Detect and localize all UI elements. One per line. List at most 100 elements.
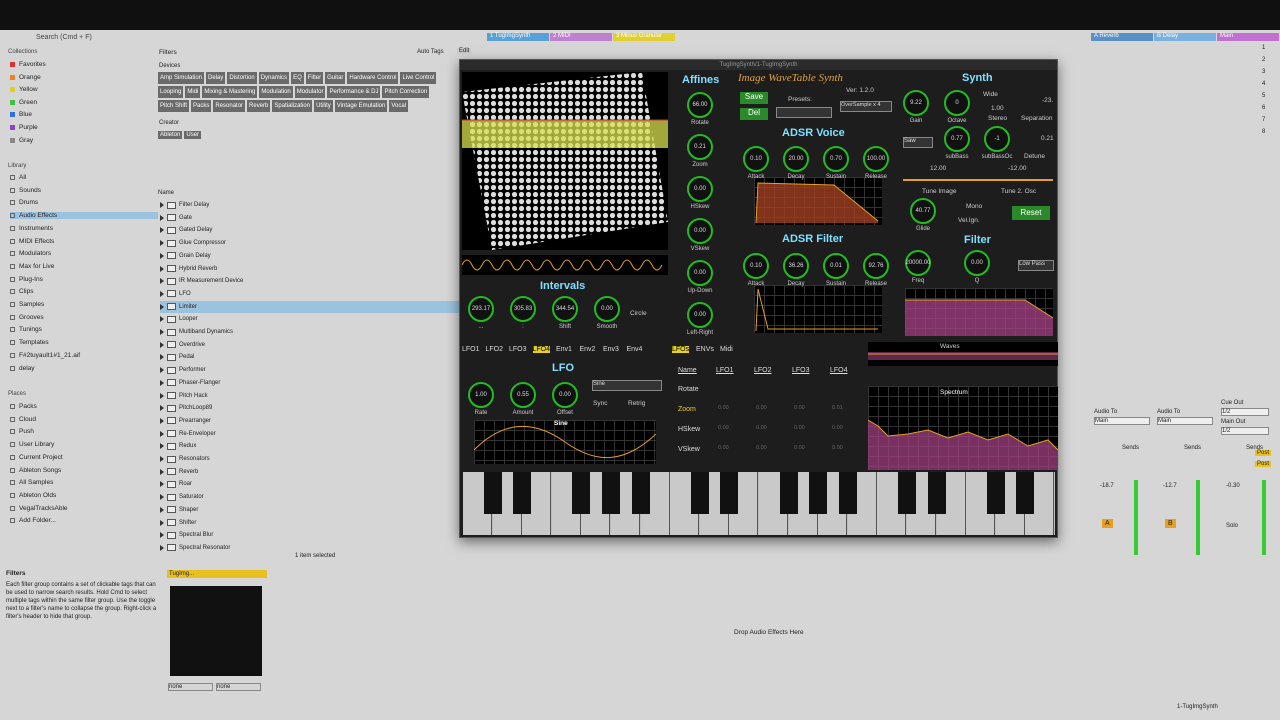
expand-arrow-icon[interactable] — [160, 329, 164, 335]
device-list-item[interactable]: Prearranger — [160, 415, 480, 427]
affine-knob[interactable]: 0.21 — [687, 134, 713, 160]
expand-arrow-icon[interactable] — [160, 240, 164, 247]
device-list-item[interactable]: PitchLoop89 — [160, 402, 480, 414]
gain-knob[interactable]: 9.22 — [903, 90, 929, 116]
voice-knob[interactable]: 100.00 — [863, 146, 889, 172]
interval-knob[interactable]: 0.00 — [594, 296, 620, 322]
device-list-item[interactable]: Phaser-Flanger — [160, 377, 480, 389]
interval-knob[interactable]: 344.54 — [552, 296, 578, 322]
filter-tag[interactable]: Vintage Emulation — [334, 100, 388, 112]
midi-from-select[interactable]: none — [168, 683, 213, 691]
mod-tab[interactable]: ENVs — [696, 346, 714, 353]
device-list-item[interactable]: IR Measurement Device — [160, 275, 480, 287]
mod-amount[interactable]: 0.00 — [832, 445, 843, 451]
voice-knob[interactable]: 0.70 — [823, 146, 849, 172]
library-item[interactable]: Plug-Ins — [10, 276, 158, 283]
library-item[interactable]: delay — [10, 365, 158, 372]
volume-main[interactable]: -0.30 — [1226, 483, 1240, 489]
oversample-select[interactable]: OverSample x 4 — [840, 101, 892, 112]
post-button-2[interactable]: Post — [1255, 461, 1272, 467]
scene-number[interactable]: 8 — [1262, 129, 1265, 135]
circle-toggle[interactable]: Circle — [630, 310, 647, 317]
black-key[interactable] — [838, 472, 857, 514]
filter-tag[interactable]: Hardware Control — [347, 72, 399, 84]
expand-arrow-icon[interactable] — [160, 265, 164, 272]
scene-number[interactable]: 6 — [1262, 105, 1265, 111]
search-input[interactable]: Search (Cmd + F) — [36, 34, 92, 41]
expand-arrow-icon[interactable] — [160, 481, 164, 488]
filter-tag[interactable]: Performance & DJ — [327, 86, 381, 98]
voice-knob[interactable]: 0.10 — [743, 146, 769, 172]
device-list-item[interactable]: Looper — [160, 313, 480, 325]
expand-arrow-icon[interactable] — [160, 341, 164, 348]
filter-tag[interactable]: Reverb — [247, 100, 271, 112]
octave-knob[interactable]: 0 — [944, 90, 970, 116]
filter-tag[interactable]: Modulator — [294, 86, 326, 98]
edit-button[interactable]: Edit — [457, 48, 472, 54]
filter-tag[interactable]: Spatialization — [272, 100, 313, 112]
retrig-toggle[interactable]: Retrig — [628, 400, 645, 407]
filter-tag[interactable]: Packs — [191, 100, 212, 112]
library-item[interactable]: Drums — [10, 199, 158, 206]
mod-amount[interactable]: 0.00 — [794, 445, 805, 451]
scene-number[interactable]: 3 — [1262, 69, 1265, 75]
lfo-tab[interactable]: LFO2 — [486, 346, 504, 353]
collection-item[interactable]: Purple — [10, 124, 38, 131]
expand-arrow-icon[interactable] — [160, 214, 164, 221]
black-key[interactable] — [572, 472, 591, 514]
device-title[interactable]: TugImg... — [167, 570, 267, 578]
subbass-knob[interactable]: 0.77 — [944, 126, 970, 152]
device-list-item[interactable]: Roar — [160, 478, 480, 490]
device-list-item[interactable]: Pedal — [160, 351, 480, 363]
collection-item[interactable]: Gray — [10, 137, 33, 144]
interval-knob[interactable]: 293.17 — [468, 296, 494, 322]
auto-tags-toggle[interactable]: Auto Tags — [417, 49, 444, 55]
filter-tag[interactable]: Pitch Shift — [158, 100, 190, 112]
device-list-item[interactable]: Redux — [160, 440, 480, 452]
track-a-button[interactable]: A — [1102, 519, 1113, 528]
lfo-tab[interactable]: Env4 — [627, 346, 643, 353]
lfo-tab[interactable]: Env3 — [603, 346, 619, 353]
lfo-knob[interactable]: 1.00 — [468, 382, 494, 408]
device-list-item[interactable]: Resonators — [160, 453, 480, 465]
mod-row-name[interactable]: HSkew — [678, 426, 700, 433]
affine-knob[interactable]: 66.00 — [687, 92, 713, 118]
library-item[interactable]: Templates — [10, 339, 158, 346]
return-header[interactable]: Main — [1217, 33, 1279, 41]
name-column-header[interactable]: Name — [158, 190, 174, 196]
filter-tag[interactable]: Utility — [314, 100, 333, 112]
filter-tag[interactable]: Mixing & Mastering — [202, 86, 258, 98]
subbassoc-knob[interactable]: -1 — [984, 126, 1010, 152]
filter-env-knob[interactable]: 36.26 — [783, 253, 809, 279]
black-key[interactable] — [986, 472, 1005, 514]
filter-env-knob[interactable]: 92.76 — [863, 253, 889, 279]
mod-row-name[interactable]: VSkew — [678, 446, 700, 453]
places-item[interactable]: Cloud — [10, 416, 36, 423]
library-item[interactable]: Modulators — [10, 250, 158, 257]
library-item[interactable]: Tunings — [10, 326, 158, 333]
expand-arrow-icon[interactable] — [160, 379, 164, 386]
affine-knob[interactable]: 0.00 — [687, 260, 713, 286]
mod-amount[interactable]: 0.00 — [832, 425, 843, 431]
piano-keyboard[interactable] — [463, 472, 1055, 535]
scene-number[interactable]: 4 — [1262, 81, 1265, 87]
lfo-knob[interactable]: 0.00 — [552, 382, 578, 408]
expand-arrow-icon[interactable] — [160, 278, 164, 285]
device-list-item[interactable]: Pitch Hack — [160, 390, 480, 402]
device-list-item[interactable]: Reverb — [160, 466, 480, 478]
device-list-item[interactable]: Grain Delay — [160, 250, 480, 262]
affine-knob[interactable]: 0.00 — [687, 218, 713, 244]
places-item[interactable]: User Library — [10, 441, 54, 448]
black-key[interactable] — [690, 472, 709, 514]
voice-knob[interactable]: 20.00 — [783, 146, 809, 172]
black-key[interactable] — [602, 472, 620, 514]
filter-tag[interactable]: Looping — [158, 86, 184, 98]
places-item[interactable]: Packs — [10, 403, 37, 410]
filter-tag[interactable]: Guitar — [325, 72, 346, 84]
device-list-item[interactable]: Limiter — [160, 300, 480, 313]
lfo-tab[interactable]: LFO3 — [509, 346, 527, 353]
track-header[interactable]: 2 MIDI — [550, 33, 612, 41]
collection-item[interactable]: Green — [10, 99, 37, 106]
expand-arrow-icon[interactable] — [160, 519, 164, 526]
mod-amount[interactable]: 0.01 — [832, 405, 843, 411]
